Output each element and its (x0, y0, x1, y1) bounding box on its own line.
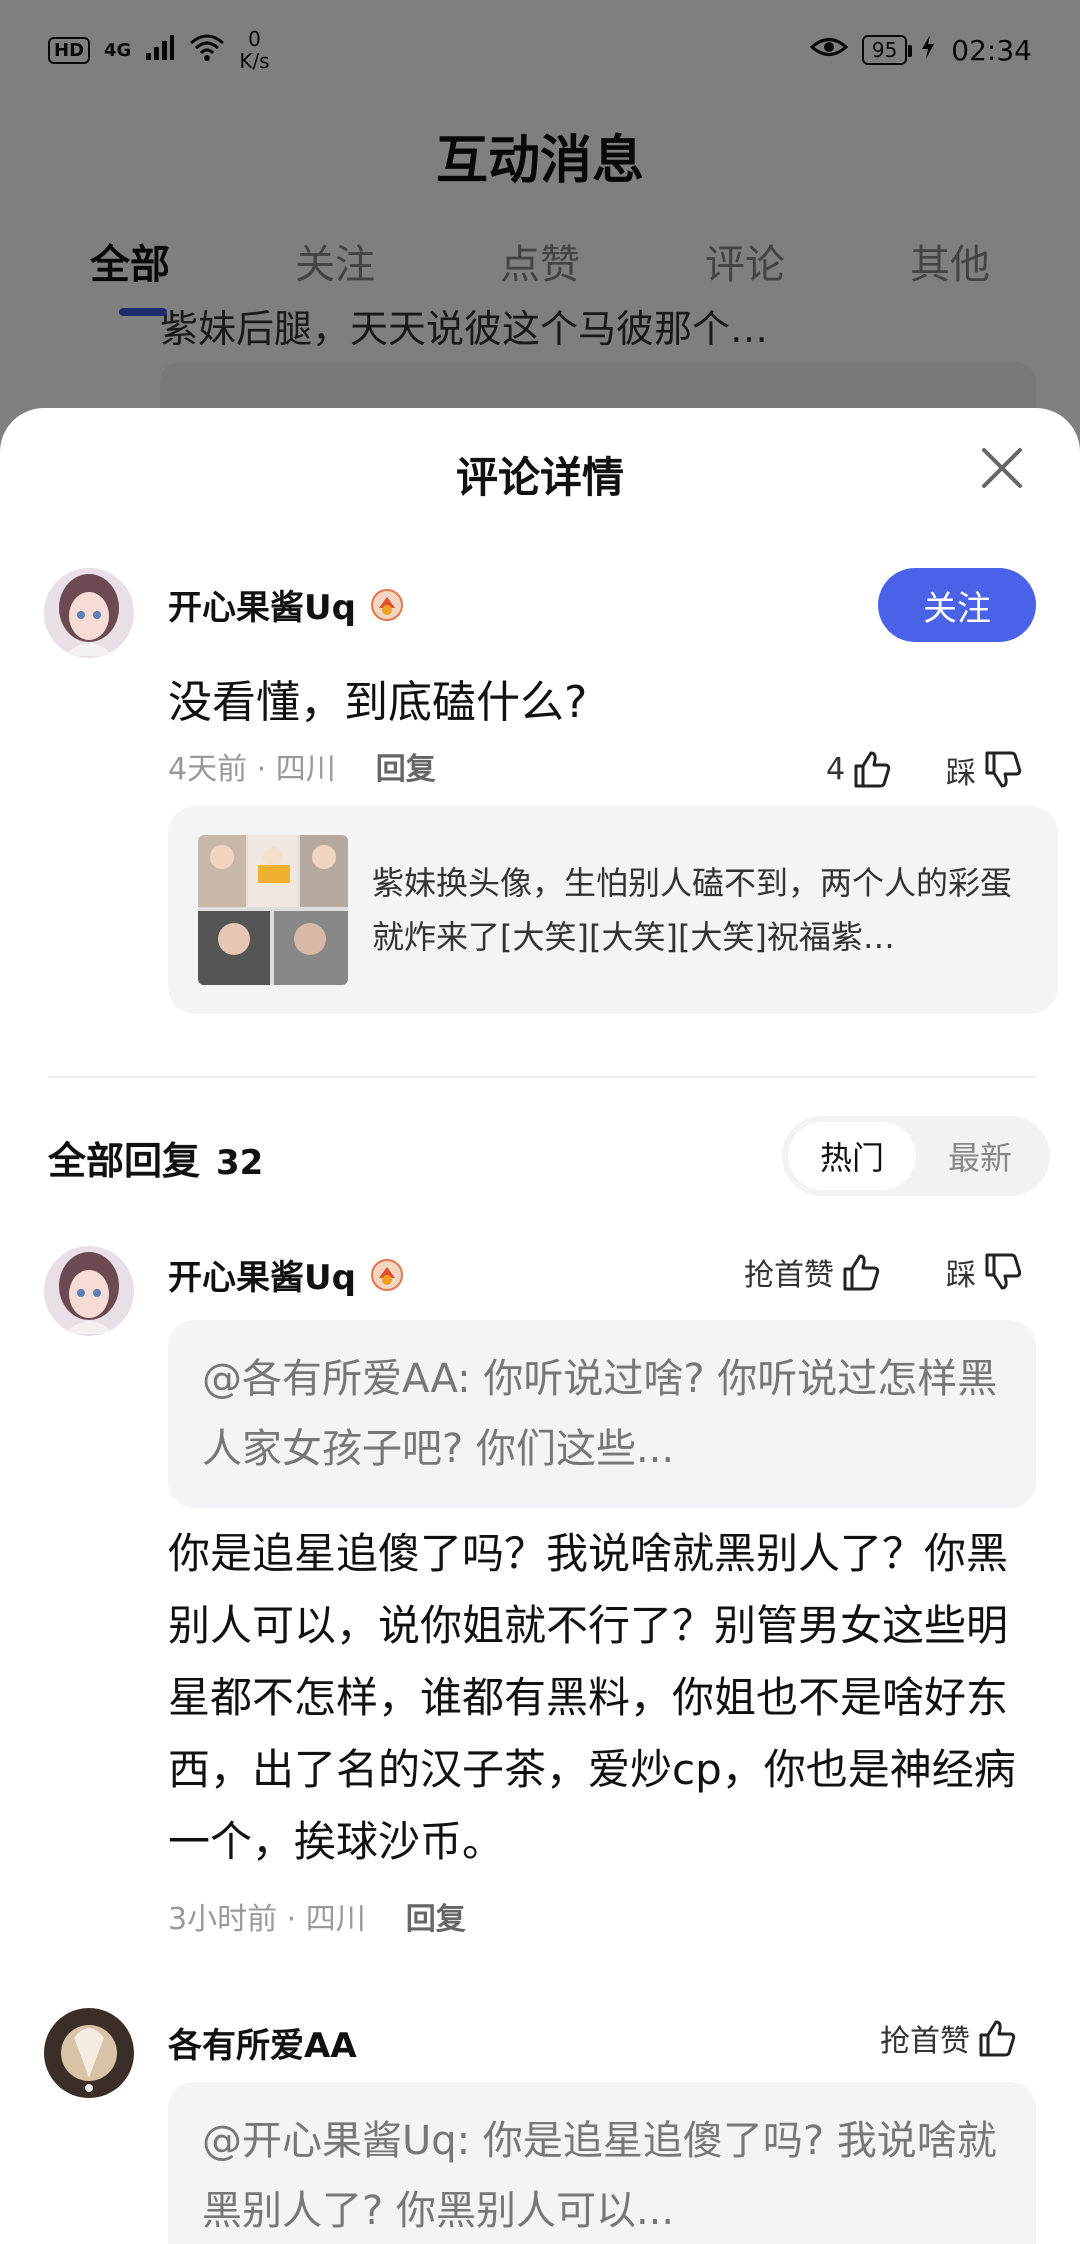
username-label: 开心果酱Uq (168, 588, 356, 628)
reply-button[interactable]: 回复 (376, 744, 436, 788)
avatar[interactable] (44, 1246, 134, 1336)
replies-count: 32 (216, 1143, 264, 1183)
dislike-label: 踩 (946, 756, 976, 791)
quoted-post-text: 紫妹换头像，生怕别人磕不到，两个人的彩蛋就炸来了[大笑][大笑][大笑]祝福紫… (372, 864, 1013, 956)
reply-author[interactable]: 开心果酱Uq (168, 1250, 404, 1299)
username-label: 开心果酱Uq (168, 1258, 356, 1298)
comment-meta: 4天前 · 四川 回复 (168, 744, 436, 788)
sheet-title: 评论详情 (455, 453, 624, 502)
first-like-button[interactable]: 抢首赞 (744, 1250, 882, 1294)
comment-detail-sheet: 评论详情 开心果酱Uq 关注 没看懂，到底磕什么? 4天前 · 四川 回复 4 … (0, 408, 1080, 2244)
comment-text: 没看懂，到底磕什么? (168, 677, 588, 728)
thumbs-up-icon (854, 751, 891, 788)
like-count: 4 (826, 751, 846, 787)
dislike-label: 踩 (946, 1258, 976, 1293)
thumbs-down-icon (985, 1253, 1022, 1290)
first-like-label: 抢首赞 (744, 1258, 834, 1293)
level-badge-icon (370, 1258, 404, 1292)
comment-time-location: 4天前 · 四川 (168, 752, 336, 787)
dislike-button[interactable]: 踩 (946, 1250, 1024, 1294)
thumbs-down-icon (985, 751, 1022, 788)
reply-button[interactable]: 回复 (406, 1894, 466, 1938)
follow-button[interactable]: 关注 (878, 568, 1036, 642)
first-like-label: 抢首赞 (880, 2024, 970, 2059)
like-button[interactable]: 4 (826, 748, 893, 790)
reply-time-location: 3小时前 · 四川 (168, 1902, 366, 1937)
quoted-post-card[interactable]: 紫妹换头像，生怕别人磕不到，两个人的彩蛋就炸来了[大笑][大笑][大笑]祝福紫… (168, 806, 1058, 1014)
reply-meta: 3小时前 · 四川 回复 (168, 1894, 466, 1938)
username-label: 各有所爱AA (168, 2026, 357, 2066)
close-button[interactable] (974, 440, 1030, 496)
post-thumbnail (198, 835, 348, 985)
dislike-button[interactable]: 踩 (946, 748, 1024, 792)
thumbs-up-icon (843, 1254, 880, 1291)
sort-toggle: 热门 最新 (782, 1116, 1050, 1196)
section-divider (48, 1076, 1036, 1078)
replies-label: 全部回复 (48, 1139, 201, 1183)
reply-quote[interactable]: @各有所爱AA: 你听说过啥? 你听说过怎样黑人家女孩子吧? 你们这些... (168, 1320, 1036, 1508)
first-like-button[interactable]: 抢首赞 (880, 2016, 1018, 2060)
sort-hot-option[interactable]: 热门 (788, 1122, 916, 1190)
avatar[interactable] (44, 2008, 134, 2098)
avatar[interactable] (44, 568, 134, 658)
close-icon (982, 448, 1022, 488)
reply-quote[interactable]: @开心果酱Uq: 你是追星追傻了吗? 我说啥就黑别人了? 你黑别人可以... (168, 2082, 1036, 2244)
thumbs-up-icon (979, 2020, 1016, 2057)
replies-header: 全部回复 32 (48, 1130, 263, 1185)
sort-newest-option[interactable]: 最新 (916, 1122, 1044, 1190)
comment-author[interactable]: 开心果酱Uq (168, 580, 404, 629)
reply-author[interactable]: 各有所爱AA (168, 2018, 357, 2067)
level-badge-icon (370, 588, 404, 622)
reply-text: 你是追星追傻了吗？我说啥就黑别人了？你黑别人可以，说你姐就不行了？别管男女这些明… (168, 1529, 1016, 1866)
